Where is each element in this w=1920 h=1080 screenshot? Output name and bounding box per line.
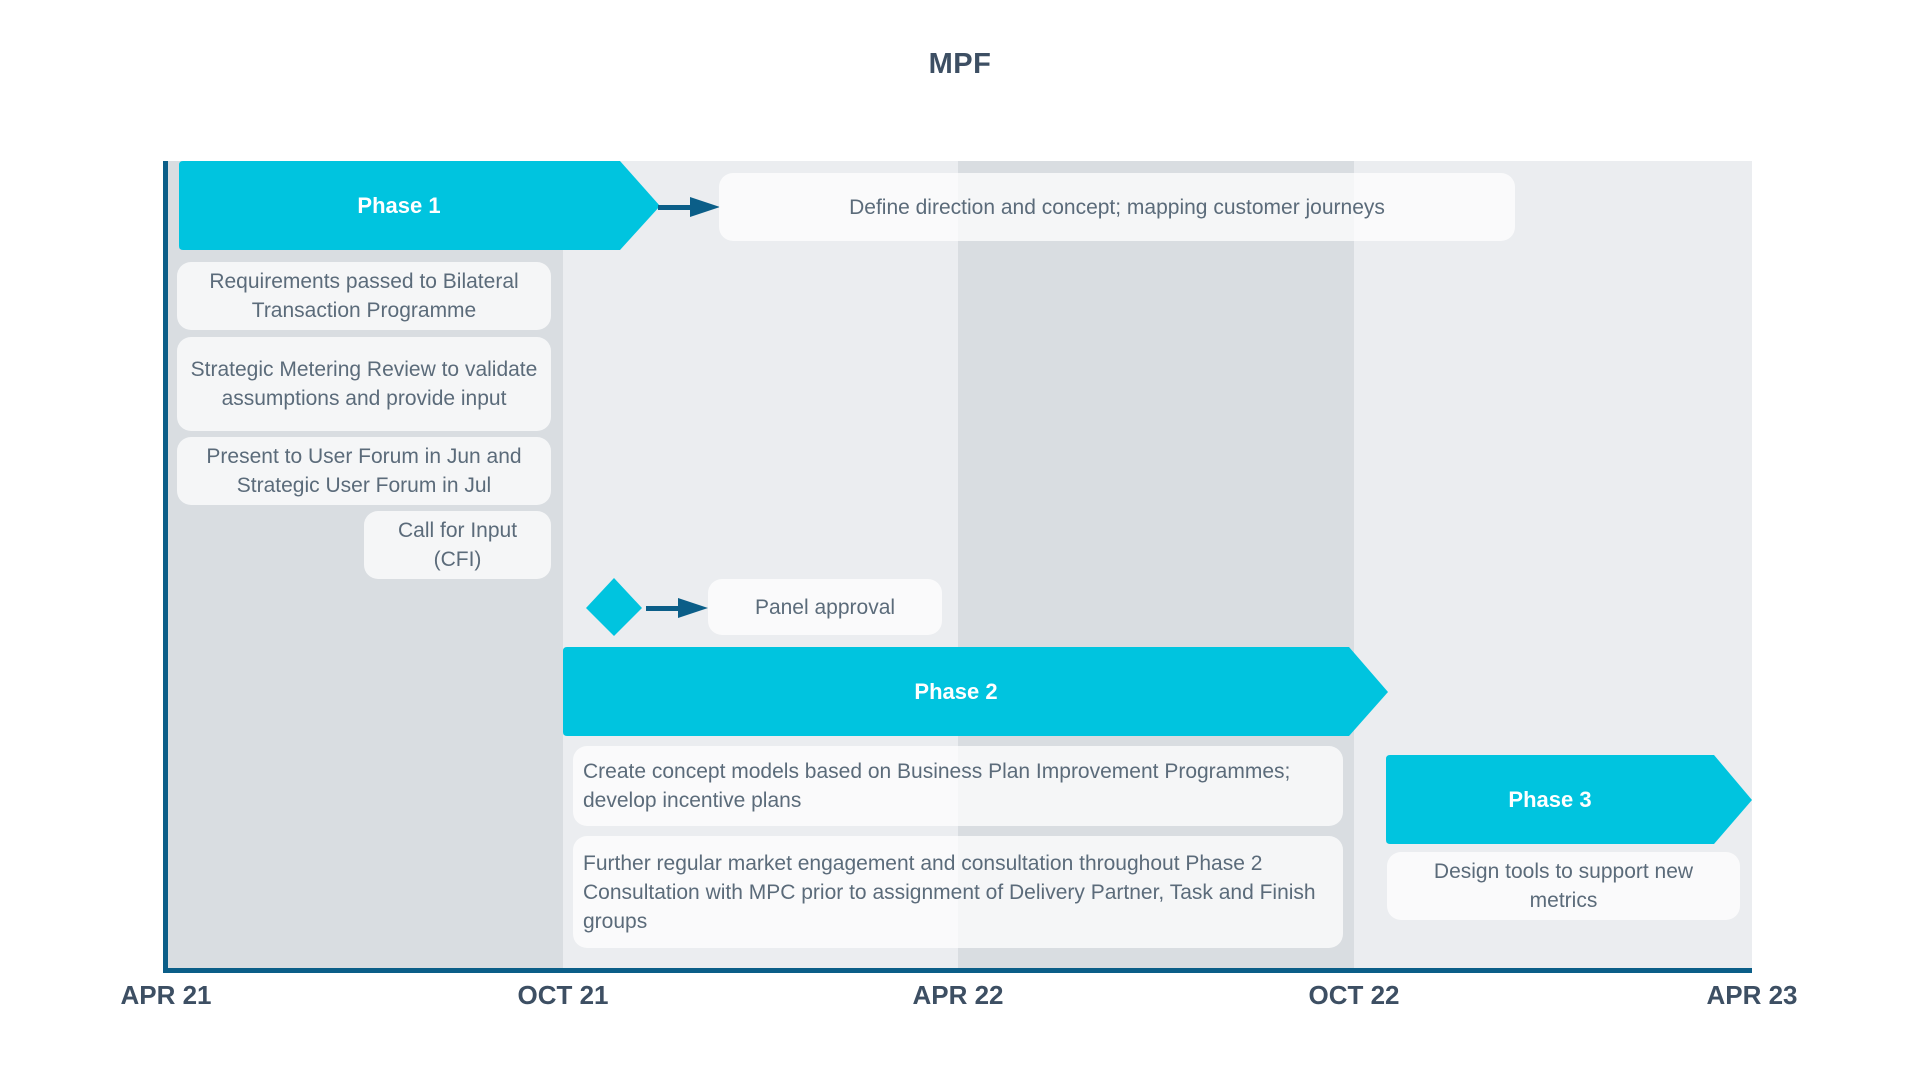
phase-1-label: Phase 1 [357,192,441,218]
arrow-right-icon [646,598,708,618]
note-define-direction: Define direction and concept; mapping cu… [719,173,1515,241]
tick-label: APR 22 [912,980,1004,1010]
tick-label: APR 21 [120,980,212,1010]
note-requirements: Requirements passed to Bilateral Transac… [177,262,551,330]
x-axis-line [163,968,1752,973]
period-band-oct22-apr23 [1354,161,1752,971]
note-design-tools: Design tools to support new metrics [1387,852,1740,920]
phase-3-label: Phase 3 [1508,786,1592,812]
chart-title: MPF [928,48,992,80]
note-strategic-review: Strategic Metering Review to validate as… [177,337,551,431]
tick-label: APR 23 [1706,980,1798,1010]
milestone-diamond-icon [586,578,642,636]
note-user-forum: Present to User Forum in Jun and Strateg… [177,437,551,505]
note-cfi: Call for Input (CFI) [364,511,551,579]
note-market-engagement-line1: Further regular market engagement and co… [583,851,1263,875]
note-concept-models: Create concept models based on Business … [573,746,1343,826]
phase-2-label: Phase 2 [914,678,998,704]
note-market-engagement: Further regular market engagement and co… [573,836,1343,948]
milestone-panel-approval: Panel approval [708,579,942,635]
y-axis-line [163,161,168,973]
tick-label: OCT 21 [517,980,609,1010]
tick-label: OCT 22 [1308,980,1400,1010]
note-market-engagement-line2: Consultation with MPC prior to assignmen… [583,880,1316,933]
